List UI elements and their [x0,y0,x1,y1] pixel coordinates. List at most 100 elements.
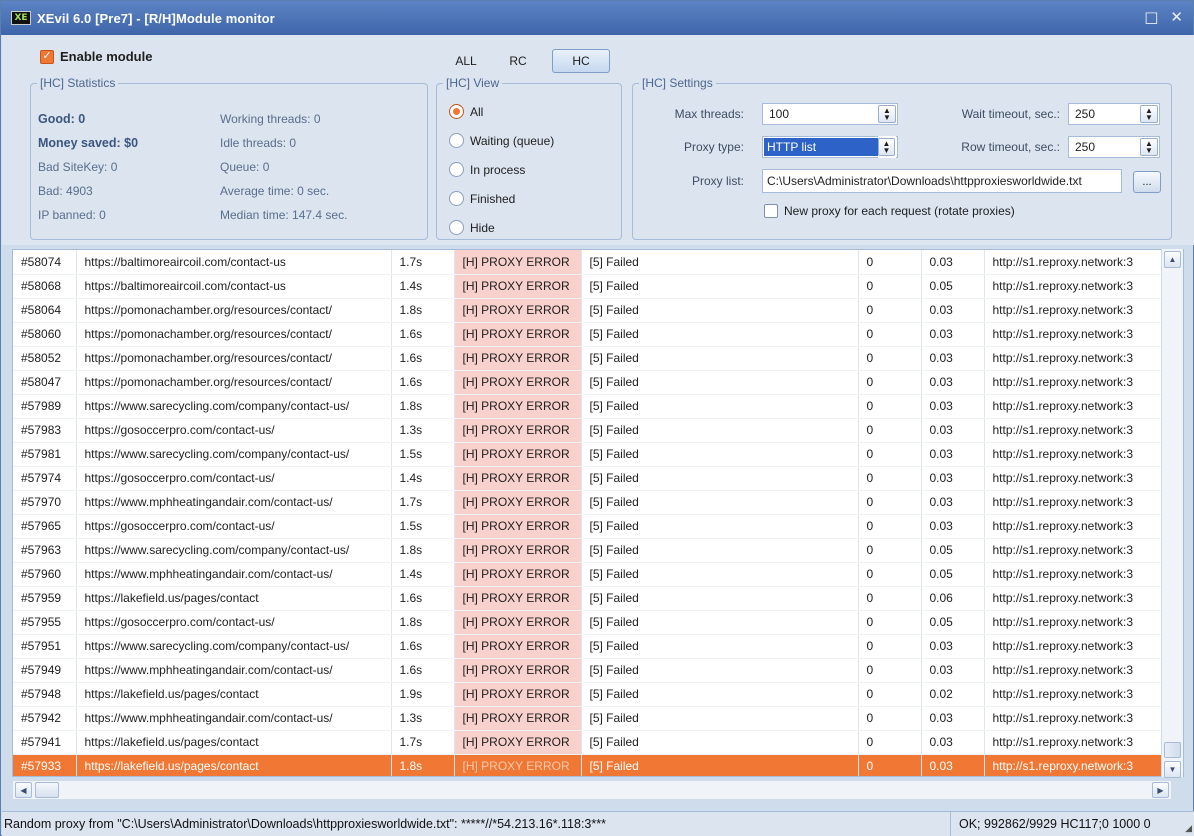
table-row[interactable]: #57989 https://www.sarecycling.com/compan… [13,394,1168,419]
cell-result: [5] Failed [581,490,859,515]
table-row[interactable]: #57960 https://www.mphheatingandair.com/c… [13,562,1168,587]
table-row[interactable]: #58052 https://pomonachamber.org/resource… [13,346,1168,371]
max-threads-value[interactable]: 100 [763,107,878,121]
row-timeout-spinner[interactable]: 250 ▲ ▼ [1068,136,1160,158]
cell-result: [5] Failed [581,370,859,395]
table-row[interactable]: #57983 https://gosoccerpro.com/contact-us… [13,418,1168,443]
tab-all[interactable]: ALL [442,49,490,73]
tab-hc[interactable]: HC [552,49,610,73]
restore-icon[interactable]: □ [1144,9,1158,25]
tab-rc[interactable]: RC [494,49,542,73]
close-icon[interactable]: ✕ [1170,9,1183,25]
scroll-up-icon[interactable]: ▲ [1164,251,1181,268]
vertical-scrollbar[interactable]: ▲ ▼ [1161,249,1183,778]
proxy-type-value[interactable]: HTTP list [764,138,878,156]
radio-hide-label: Hide [470,220,495,235]
cell-url: https://www.mphheatingandair.com/contact… [76,490,392,515]
proxy-type-select[interactable]: HTTP list ▲ ▼ [762,136,898,158]
horizontal-scroll-thumb[interactable] [35,782,59,798]
cell-time: 1.5s [391,514,455,539]
table-row[interactable]: #58060 https://pomonachamber.org/resource… [13,322,1168,347]
rotate-proxies-checkbox[interactable] [764,204,778,218]
results-grid[interactable]: #58074 https://baltimoreaircoil.com/conta… [12,249,1184,777]
cell-proxy: http://s1.reproxy.network:3 [984,274,1168,299]
radio-finished-button[interactable] [449,191,464,206]
cell-count: 0 [858,658,922,683]
table-row[interactable]: #57974 https://gosoccerpro.com/contact-us… [13,466,1168,491]
cell-url: https://gosoccerpro.com/contact-us/ [76,514,392,539]
cell-proxy: http://s1.reproxy.network:3 [984,634,1168,659]
table-row[interactable]: #58074 https://baltimoreaircoil.com/conta… [13,250,1168,275]
cell-count: 0 [858,730,922,755]
max-threads-spinner[interactable]: 100 ▲ ▼ [762,103,898,125]
table-row[interactable]: #57949 https://www.mphheatingandair.com/c… [13,658,1168,683]
table-row[interactable]: #57981 https://www.sarecycling.com/compan… [13,442,1168,467]
horizontal-scrollbar[interactable]: ◀ ▶ [12,780,1172,800]
radio-all[interactable]: All [449,104,483,119]
table-row[interactable]: #57963 https://www.sarecycling.com/compan… [13,538,1168,563]
proxy-type-stepper-icon[interactable]: ▲ ▼ [878,138,895,156]
cell-proxy: http://s1.reproxy.network:3 [984,586,1168,611]
proxy-list-input[interactable]: C:\Users\Administrator\Downloads\httppro… [762,169,1122,193]
wait-timeout-value[interactable]: 250 [1069,107,1140,121]
cell-status: [H] PROXY ERROR [454,754,582,776]
main-window: XE XEvil 6.0 [Pre7] - [R/H]Module monito… [0,0,1194,836]
cell-score: 0.03 [921,658,985,683]
radio-hide-button[interactable] [449,220,464,235]
cell-time: 1.8s [391,394,455,419]
cell-proxy: http://s1.reproxy.network:3 [984,730,1168,755]
cell-score: 0.03 [921,514,985,539]
cell-count: 0 [858,514,922,539]
cell-id: #57989 [13,394,77,419]
wait-timeout-spinner[interactable]: 250 ▲ ▼ [1068,103,1160,125]
table-row[interactable]: #57933 https://lakefield.us/pages/contact… [13,754,1168,776]
scroll-right-icon[interactable]: ▶ [1152,782,1169,798]
table-row[interactable]: #57970 https://www.mphheatingandair.com/c… [13,490,1168,515]
vertical-scroll-thumb[interactable] [1164,742,1181,758]
stat-working-threads: Working threads: 0 [220,112,321,126]
table-row[interactable]: #57965 https://gosoccerpro.com/contact-us… [13,514,1168,539]
scroll-left-icon[interactable]: ◀ [15,782,32,798]
max-threads-stepper-icon[interactable]: ▲ ▼ [878,105,896,123]
table-row[interactable]: #57955 https://gosoccerpro.com/contact-us… [13,610,1168,635]
cell-count: 0 [858,322,922,347]
cell-count: 0 [858,394,922,419]
radio-finished[interactable]: Finished [449,191,515,206]
cell-result: [5] Failed [581,658,859,683]
radio-in-process-button[interactable] [449,162,464,177]
rotate-proxies-row[interactable]: New proxy for each request (rotate proxi… [764,204,1015,218]
radio-all-button[interactable] [449,104,464,119]
cell-score: 0.03 [921,250,985,275]
cell-proxy: http://s1.reproxy.network:3 [984,442,1168,467]
browse-button[interactable]: ... [1133,171,1161,193]
radio-in-process[interactable]: In process [449,162,525,177]
cell-proxy: http://s1.reproxy.network:3 [984,706,1168,731]
cell-proxy: http://s1.reproxy.network:3 [984,250,1168,275]
radio-waiting-button[interactable] [449,133,464,148]
cell-result: [5] Failed [581,562,859,587]
table-row[interactable]: #58047 https://pomonachamber.org/resource… [13,370,1168,395]
radio-waiting[interactable]: Waiting (queue) [449,133,554,148]
cell-status: [H] PROXY ERROR [454,466,582,491]
enable-module-checkbox[interactable]: ✓ [40,49,54,64]
proxy-type-dropdown[interactable]: ▲ ▼ [878,136,896,158]
table-row[interactable]: #58068 https://baltimoreaircoil.com/conta… [13,274,1168,299]
cell-proxy: http://s1.reproxy.network:3 [984,418,1168,443]
table-row[interactable]: #57959 https://lakefield.us/pages/contact… [13,586,1168,611]
table-row[interactable]: #57948 https://lakefield.us/pages/contact… [13,682,1168,707]
cell-url: https://lakefield.us/pages/contact [76,682,392,707]
cell-id: #57949 [13,658,77,683]
resize-grip-icon[interactable]: ◢ [1185,823,1192,834]
title-bar[interactable]: XE XEvil 6.0 [Pre7] - [R/H]Module monito… [1,1,1193,35]
wait-timeout-stepper-icon[interactable]: ▲ ▼ [1140,105,1158,123]
scroll-down-icon[interactable]: ▼ [1164,761,1181,778]
radio-hide[interactable]: Hide [449,220,495,235]
cell-url: https://www.mphheatingandair.com/contact… [76,658,392,683]
table-row[interactable]: #58064 https://pomonachamber.org/resource… [13,298,1168,323]
enable-module-row[interactable]: ✓ Enable module [40,49,152,64]
row-timeout-value[interactable]: 250 [1069,140,1140,154]
table-row[interactable]: #57951 https://www.sarecycling.com/compan… [13,634,1168,659]
row-timeout-stepper-icon[interactable]: ▲ ▼ [1140,138,1158,156]
table-row[interactable]: #57942 https://www.mphheatingandair.com/c… [13,706,1168,731]
table-row[interactable]: #57941 https://lakefield.us/pages/contact… [13,730,1168,755]
